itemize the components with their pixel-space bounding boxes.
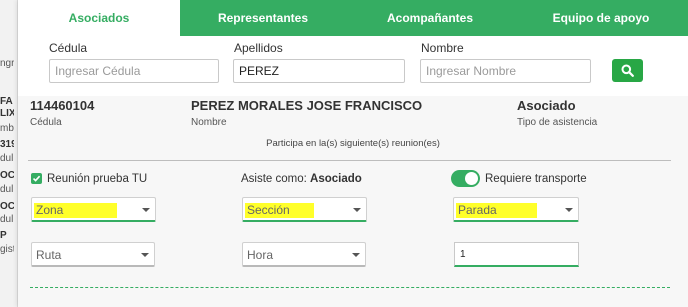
asiste-label: Asiste como: (241, 173, 307, 185)
result-nombre-caption: Nombre (191, 117, 227, 128)
ruta-select-label: Ruta (36, 248, 62, 262)
zona-select[interactable]: Zona (31, 197, 156, 222)
tab-asociados[interactable]: Asociados (18, 0, 180, 36)
meeting-checkbox[interactable] (31, 173, 42, 184)
count-input[interactable] (454, 242, 579, 267)
result-tipo-value: Asociado (517, 98, 576, 113)
nombre-input[interactable] (420, 59, 591, 83)
background-fragment: LIX (0, 108, 14, 119)
toggle-knob (465, 172, 478, 185)
search-row: Cédula Apellidos Nombre (18, 36, 688, 96)
background-fragment: mb (0, 123, 14, 134)
seccion-select[interactable]: Sección (242, 197, 367, 222)
background-fragment: P (0, 230, 7, 241)
divider (28, 160, 671, 161)
tab-equipo-de-apoyo[interactable]: Equipo de apoyo (514, 0, 688, 36)
result-cedula-caption: Cédula (30, 117, 62, 128)
hora-select-label: Hora (247, 248, 274, 262)
chevron-down-icon (565, 208, 573, 212)
chevron-down-icon (352, 253, 360, 257)
parada-select[interactable]: Parada (453, 197, 579, 222)
background-fragment: 319 (0, 139, 14, 150)
search-icon (621, 64, 634, 77)
apellidos-input[interactable] (233, 59, 405, 83)
chevron-down-icon (142, 208, 150, 212)
search-button[interactable] (612, 59, 643, 82)
asiste-value: Asociado (310, 173, 362, 185)
background-fragment: gist (0, 244, 14, 255)
participa-text: Participa en la(s) siguiente(s) reunion(… (266, 138, 440, 149)
background-fragment: dul (0, 214, 14, 225)
transporte-toggle[interactable] (451, 170, 480, 187)
dashed-divider (30, 287, 670, 288)
attendee-modal: Asociados Representantes Acompañantes Eq… (18, 0, 688, 307)
tab-representantes[interactable]: Representantes (180, 0, 346, 36)
background-fragment: FA (0, 96, 13, 107)
asiste-como: Asiste como: Asociado (241, 173, 362, 185)
background-fragment: ngr (0, 58, 14, 69)
parada-select-label: Parada (456, 203, 537, 218)
result-nombre-value: PEREZ MORALES JOSE FRANCISCO (191, 98, 423, 113)
ruta-select[interactable]: Ruta (31, 242, 155, 267)
seccion-select-label: Sección (245, 203, 314, 218)
background-fragment: dul (0, 184, 14, 195)
background-fragment: OC (0, 201, 14, 212)
background-fragment: OC (0, 170, 14, 181)
result-card: 114460104 Cédula PEREZ MORALES JOSE FRAN… (18, 96, 688, 307)
screen: ngr FALIX mb 319 dul OC dul OC dul Pgist Asociado… (0, 0, 688, 307)
result-cedula-value: 114460104 (30, 98, 95, 113)
check-icon (32, 175, 41, 182)
tab-bar: Asociados Representantes Acompañantes Eq… (18, 0, 688, 36)
zona-select-label: Zona (34, 203, 118, 218)
hora-select[interactable]: Hora (242, 242, 366, 267)
meeting-name: Reunión prueba TU (47, 173, 148, 185)
transporte-label: Requiere transporte (485, 173, 587, 185)
background-fragment: dul (0, 153, 14, 164)
tab-acompanantes[interactable]: Acompañantes (346, 0, 514, 36)
cedula-label: Cédula (49, 41, 88, 55)
nombre-label: Nombre (421, 41, 464, 55)
apellidos-label: Apellidos (234, 41, 283, 55)
cedula-input[interactable] (49, 59, 219, 83)
chevron-down-icon (353, 208, 361, 212)
result-tipo-caption: Tipo de asistencia (517, 117, 598, 128)
chevron-down-icon (141, 253, 149, 257)
